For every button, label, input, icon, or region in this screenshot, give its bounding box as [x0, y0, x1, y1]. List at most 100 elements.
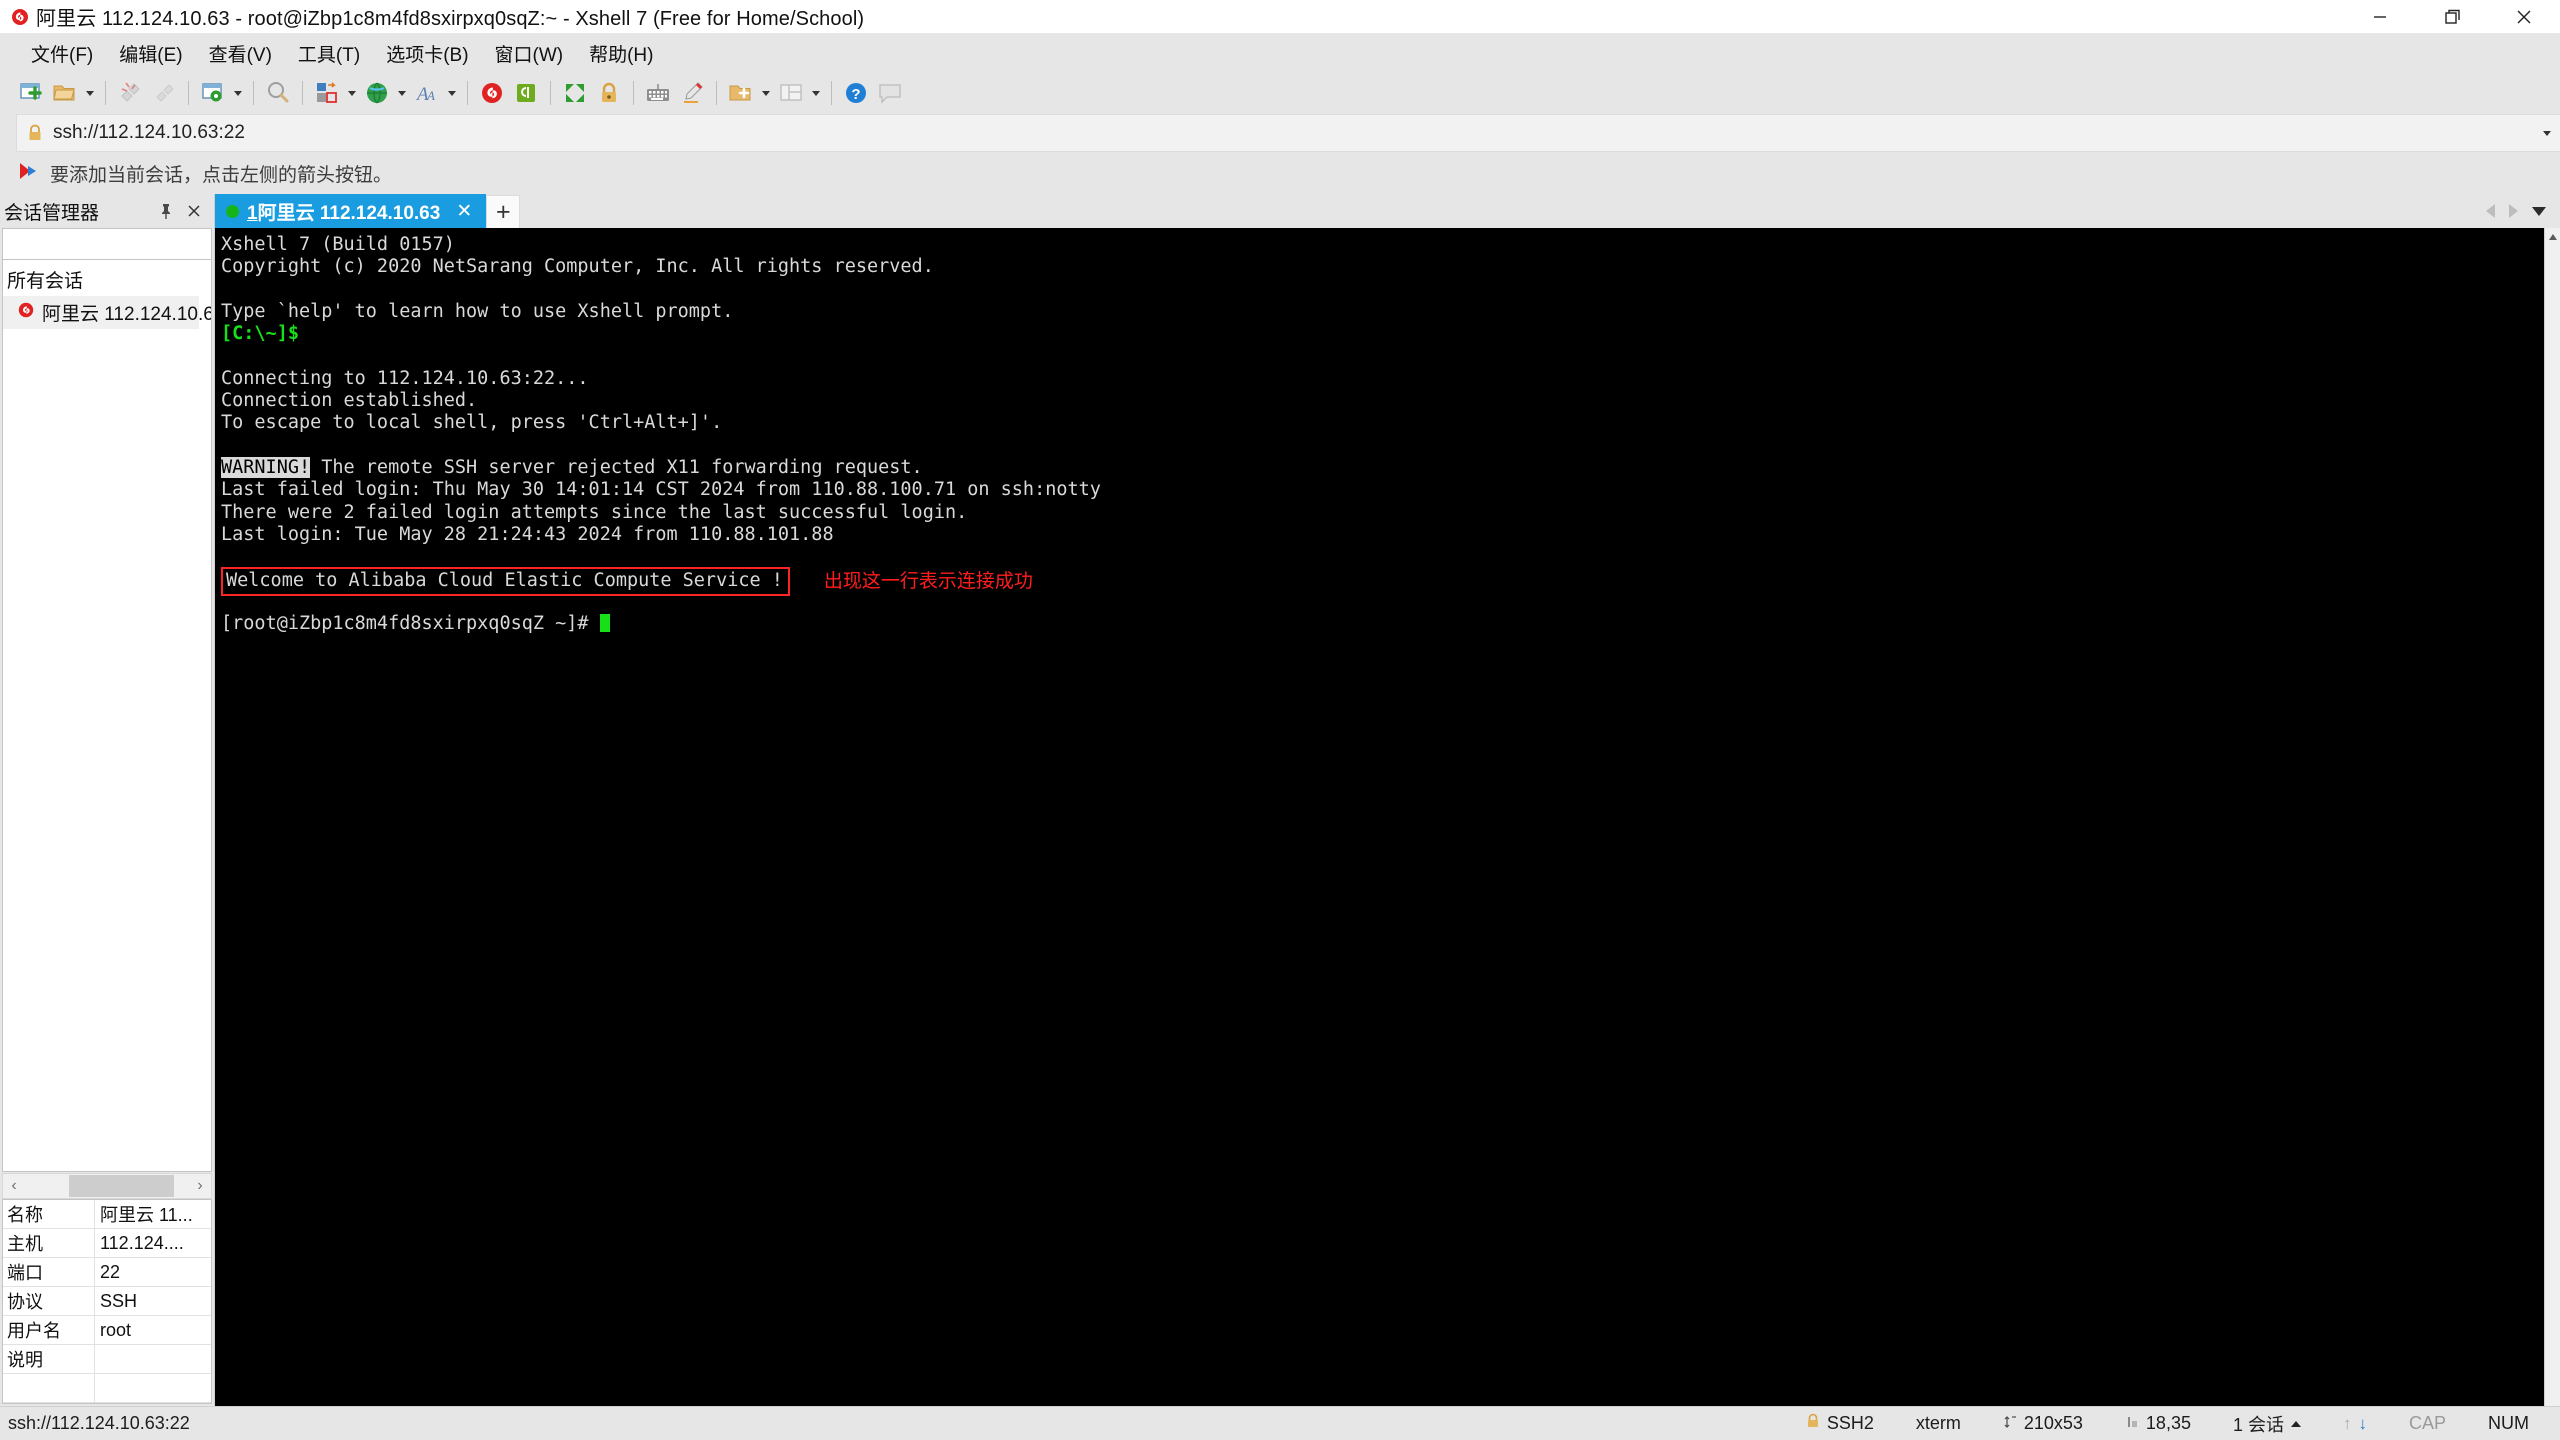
new-session-icon[interactable] [14, 76, 48, 110]
terminal-warning-line: WARNING! The remote SSH server rejected … [221, 456, 2560, 479]
session-search-box[interactable] [2, 228, 245, 260]
help-icon[interactable]: ? [839, 76, 873, 110]
toolbar-separator [467, 81, 468, 105]
open-folder-dropdown-icon[interactable] [82, 76, 98, 110]
terminal-prompt-line: [root@iZbp1c8m4fd8sxirpxq0sqZ ~]# [221, 613, 2560, 635]
status-cursor-label: 18,35 [2145, 1413, 2191, 1433]
terminal-line: There were 2 failed login attempts since… [221, 501, 968, 523]
menu-help[interactable]: 帮助(H) [576, 36, 666, 71]
terminal-screen[interactable]: Xshell 7 (Build 0157) Copyright (c) 2020… [215, 228, 2560, 1406]
menu-view[interactable]: 查看(V) [196, 36, 285, 71]
main-body: 会话管理器 所有会话 阿里云 112.124.10.63 ‹ › 名称 阿里云 … [0, 194, 2560, 1406]
sidebar-horizontal-scrollbar[interactable]: ‹ › [2, 1173, 212, 1199]
transfer-file-dropdown-icon[interactable] [344, 76, 360, 110]
session-properties-dropdown-icon[interactable] [230, 76, 246, 110]
chevron-up-icon[interactable] [2290, 1420, 2301, 1427]
layout-icon [774, 76, 808, 110]
open-folder-icon[interactable] [48, 76, 82, 110]
lock-icon[interactable] [592, 76, 626, 110]
xshell-logo-icon[interactable] [475, 76, 509, 110]
new-tab-button[interactable]: + [486, 195, 521, 228]
keyboard-icon[interactable] [641, 76, 675, 110]
session-manager-panel: 会话管理器 所有会话 阿里云 112.124.10.63 ‹ › 名称 阿里云 … [0, 194, 245, 1406]
chevron-down-icon[interactable] [2532, 206, 2546, 216]
tab-nav-controls [2486, 194, 2560, 228]
pin-icon[interactable] [156, 200, 176, 222]
terminal-line: Copyright (c) 2020 NetSarang Computer, I… [221, 256, 934, 278]
minimize-button[interactable] [2344, 0, 2416, 34]
session-tree-root[interactable]: 所有会话 [3, 260, 211, 296]
prop-key: 主机 [3, 1229, 95, 1257]
session-tree-item[interactable]: 阿里云 112.124.10.63 [3, 296, 211, 329]
chevron-right-icon[interactable] [2509, 204, 2518, 218]
terminal-line: Xshell 7 (Build 0157) [221, 234, 455, 255]
menu-tab[interactable]: 选项卡(B) [373, 36, 481, 71]
table-row [3, 1374, 211, 1403]
address-dropdown-icon[interactable] [2534, 130, 2560, 136]
toolbar-separator [105, 81, 106, 105]
web-browser-icon[interactable] [360, 76, 394, 110]
search-input[interactable] [7, 234, 228, 254]
close-icon[interactable] [184, 200, 204, 222]
address-input[interactable]: ssh://112.124.10.63:22 [53, 122, 245, 144]
table-row: 说明 [3, 1345, 211, 1374]
comment-icon [873, 76, 907, 110]
tab-strip-spacer [520, 194, 2486, 228]
prop-value [95, 1374, 211, 1402]
svg-text:?: ? [851, 86, 860, 103]
status-sessions[interactable]: 1 会话 [2212, 1411, 2322, 1437]
font-dropdown-icon[interactable] [444, 76, 460, 110]
status-protocol: SSH2 [1785, 1413, 1895, 1434]
session-manager-title: 会话管理器 [4, 202, 100, 224]
menu-tools[interactable]: 工具(T) [285, 36, 373, 71]
font-icon[interactable]: A A [410, 76, 444, 110]
svg-text:A: A [426, 88, 435, 103]
session-properties-table: 名称 阿里云 11... 主机 112.124.... 端口 22 协议 SSH… [2, 1199, 212, 1404]
terminal-line: Last login: Tue May 28 21:24:43 2024 fro… [221, 523, 834, 545]
tab-close-icon[interactable]: ✕ [448, 200, 480, 223]
highlight-pen-icon[interactable] [675, 76, 709, 110]
prop-value: 阿里云 11... [100, 1205, 193, 1225]
session-properties-icon[interactable] [196, 76, 230, 110]
fullscreen-icon[interactable] [558, 76, 592, 110]
menu-window[interactable]: 窗口(W) [482, 36, 577, 71]
status-terminal-type: xterm [1915, 1413, 1961, 1433]
menu-file[interactable]: 文件(F) [18, 36, 106, 71]
scroll-track[interactable] [25, 1174, 189, 1198]
scroll-right-button[interactable]: › [189, 1177, 211, 1195]
web-browser-dropdown-icon[interactable] [394, 76, 410, 110]
terminal-line: To escape to local shell, press 'Ctrl+Al… [221, 412, 723, 434]
address-bar[interactable]: ssh://112.124.10.63:22 [16, 114, 2560, 152]
maximize-restore-button[interactable] [2416, 0, 2488, 34]
notice-bar: 要添加当前会话，点击左侧的箭头按钮。 [0, 152, 2560, 194]
scroll-thumb[interactable] [69, 1175, 174, 1197]
toolbar-separator [188, 81, 189, 105]
layout-dropdown-icon[interactable] [808, 76, 824, 110]
session-tree[interactable]: 所有会话 阿里云 112.124.10.63 [2, 260, 212, 1172]
chevron-left-icon[interactable] [2486, 204, 2495, 218]
scroll-left-button[interactable]: ‹ [3, 1177, 25, 1195]
toolbar-separator [253, 81, 254, 105]
table-row: 用户名 root [3, 1316, 211, 1345]
xftp-icon[interactable] [509, 76, 543, 110]
status-size-label: 210x53 [2023, 1413, 2083, 1433]
terminal-welcome-line: Welcome to Alibaba Cloud Elastic Compute… [221, 567, 2560, 596]
disconnect-icon [113, 76, 147, 110]
transfer-file-icon[interactable] [310, 76, 344, 110]
close-button[interactable] [2488, 0, 2560, 34]
tab-session-1[interactable]: 1阿里云 112.124.10.63 ✕ [215, 194, 487, 228]
toolbar-separator [302, 81, 303, 105]
menu-edit[interactable]: 编辑(E) [106, 36, 195, 71]
status-protocol-label: SSH2 [1826, 1413, 1874, 1433]
terminal-scrollbar[interactable] [2544, 228, 2560, 1406]
add-folder-dropdown-icon[interactable] [758, 76, 774, 110]
prop-value: root [100, 1319, 132, 1340]
tab-title: 阿里云 112.124.10.63 [257, 202, 441, 224]
welcome-highlight-box: Welcome to Alibaba Cloud Elastic Compute… [221, 567, 790, 596]
prop-value: SSH [100, 1290, 138, 1311]
scroll-up-button[interactable] [2545, 228, 2560, 245]
add-folder-icon[interactable] [724, 76, 758, 110]
